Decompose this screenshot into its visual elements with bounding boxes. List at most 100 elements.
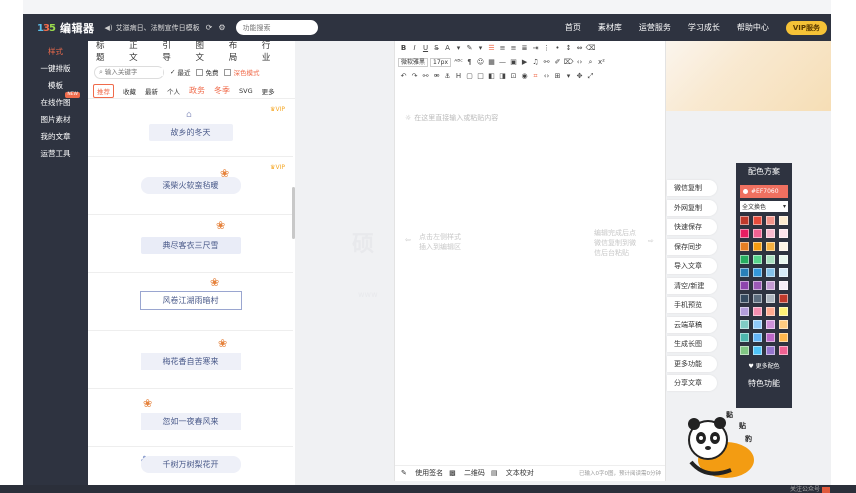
sidebar-item-my-articles[interactable]: 我的文章: [23, 128, 88, 145]
tab-layout[interactable]: 布局: [229, 41, 244, 63]
shadow-icon[interactable]: ◧: [486, 72, 497, 80]
share-article-button[interactable]: 分享文章: [667, 375, 717, 391]
color-swatch[interactable]: [766, 281, 775, 290]
import-article-button[interactable]: 导入文章: [667, 258, 717, 274]
indent-icon[interactable]: ⇥: [530, 44, 541, 52]
strikethrough-icon[interactable]: S̶: [431, 44, 442, 52]
subtab-recommend[interactable]: 推荐: [93, 83, 114, 98]
more-colors-link[interactable]: ♥ 更多配色: [736, 361, 792, 370]
clear-format-icon[interactable]: ⌫: [585, 44, 596, 52]
style-card[interactable]: ♣ 千树万树梨花开: [88, 447, 293, 485]
settings-icon[interactable]: ⚙: [218, 23, 225, 32]
style-card[interactable]: ❀ 风卷江湖雨暗村: [88, 273, 293, 331]
color-swatch[interactable]: [779, 346, 788, 355]
color-swatch[interactable]: [779, 320, 788, 329]
color-swatch[interactable]: [740, 307, 749, 316]
tab-title[interactable]: 标题: [96, 41, 111, 63]
color-swatch[interactable]: [753, 229, 762, 238]
font-color-icon[interactable]: A: [442, 44, 453, 52]
subtab-more[interactable]: 更多: [262, 86, 275, 96]
emoji-icon[interactable]: ☺: [475, 58, 486, 66]
crop-icon[interactable]: ⌗: [530, 72, 541, 81]
announcement[interactable]: ◀) 艾滋病日、法制宣传日模板: [105, 23, 200, 33]
color-swatch[interactable]: [766, 255, 775, 264]
color-swatch[interactable]: [753, 281, 762, 290]
more-functions-button[interactable]: 更多功能: [667, 355, 717, 372]
color-swatch[interactable]: [753, 346, 762, 355]
nav-learning[interactable]: 学习成长: [688, 22, 720, 33]
subtab-svg[interactable]: SVG: [239, 87, 253, 95]
vip-service-button[interactable]: VIP服务: [785, 20, 827, 35]
keyword-box[interactable]: ⌕: [94, 65, 164, 79]
template-icon[interactable]: ⊞: [552, 72, 563, 80]
style-card[interactable]: ❀ 典尽客衣三尺雪: [88, 215, 293, 273]
color-swatch[interactable]: [779, 268, 788, 277]
long-image-button[interactable]: 生成长图: [667, 336, 717, 352]
search-input[interactable]: [242, 23, 318, 32]
justify-icon[interactable]: ≣: [519, 44, 530, 52]
color-swatch[interactable]: [740, 229, 749, 238]
dropdown-icon[interactable]: ▾: [475, 44, 486, 52]
align-center-icon[interactable]: ≡: [497, 44, 508, 52]
music-icon[interactable]: ♫: [530, 58, 541, 66]
eraser-icon[interactable]: ⌦: [563, 58, 574, 66]
style-card[interactable]: ♛VIP ⌂ 故乡的冬天: [88, 99, 293, 157]
color-swatch[interactable]: [740, 346, 749, 355]
color-swatch[interactable]: [740, 281, 749, 290]
search-box[interactable]: [235, 20, 318, 35]
spacing-icon[interactable]: ⇔: [574, 44, 585, 52]
align-left-icon[interactable]: ☰: [486, 44, 497, 52]
color-swatch[interactable]: [766, 242, 775, 251]
divider-icon[interactable]: —: [497, 58, 508, 66]
unlink-icon[interactable]: ⚮: [431, 72, 442, 80]
subtab-favorites[interactable]: 收藏: [123, 86, 136, 96]
code-icon[interactable]: ‹›: [574, 58, 585, 66]
recent-filter[interactable]: ✓ 最近: [170, 67, 190, 77]
refresh-icon[interactable]: ⟳: [206, 23, 213, 32]
color-swatch[interactable]: [779, 294, 788, 303]
color-swatch[interactable]: [766, 333, 775, 342]
color-swatch[interactable]: [753, 307, 762, 316]
current-color[interactable]: #EF7060: [740, 185, 788, 198]
color-swatch[interactable]: [753, 216, 762, 225]
move-icon[interactable]: ✥: [574, 72, 585, 80]
tab-body[interactable]: 正文: [129, 41, 144, 63]
dark-mode-checkbox[interactable]: 深色模式: [224, 67, 259, 77]
color-swatch[interactable]: [740, 268, 749, 277]
color-swatch[interactable]: [766, 346, 775, 355]
heading-icon[interactable]: H: [453, 72, 464, 80]
font-size-select[interactable]: 17px: [430, 57, 452, 67]
sidebar-item-images[interactable]: 图片素材: [23, 111, 88, 128]
color-swatch[interactable]: [779, 216, 788, 225]
mobile-preview-button[interactable]: 手机预览: [667, 297, 717, 313]
editor-canvas[interactable]: [394, 41, 666, 481]
color-swatch[interactable]: [753, 255, 762, 264]
color-swatch[interactable]: [740, 242, 749, 251]
letter-spacing-icon[interactable]: ᴬᴮᶜ: [453, 58, 464, 66]
line-height-icon[interactable]: ↕: [563, 44, 574, 52]
font-family-select[interactable]: 微软雅黑: [398, 57, 429, 67]
sidebar-item-tools[interactable]: 运营工具: [23, 145, 88, 162]
style-card[interactable]: ♛VIP ❀ 溪柴火软蛮毡暖: [88, 157, 293, 215]
color-swatch[interactable]: [753, 294, 762, 303]
recolor-select[interactable]: 全文换色 ▾: [740, 201, 788, 212]
color-swatch[interactable]: [779, 255, 788, 264]
bullet-list-icon[interactable]: •: [552, 44, 563, 52]
color-swatch[interactable]: [740, 216, 749, 225]
panda-mascot[interactable]: 黏 贴 豹: [686, 410, 756, 482]
color-swatch[interactable]: [766, 216, 775, 225]
subtab-winter[interactable]: 冬季: [214, 85, 230, 96]
italic-icon[interactable]: I: [409, 44, 420, 52]
nav-operations[interactable]: 运营服务: [639, 22, 671, 33]
redo-icon[interactable]: ↷: [409, 72, 420, 80]
sidebar-item-one-click-layout[interactable]: 一键排版: [23, 60, 88, 77]
color-swatch[interactable]: [766, 320, 775, 329]
format-painter-icon[interactable]: ✐: [552, 58, 563, 66]
caret-icon[interactable]: ▾: [563, 72, 574, 80]
logo[interactable]: 135 编辑器: [37, 20, 95, 36]
special-features[interactable]: 特色功能: [736, 378, 792, 389]
fullscreen-icon[interactable]: ⤢: [585, 72, 596, 81]
color-swatch[interactable]: [766, 229, 775, 238]
color-swatch[interactable]: [779, 281, 788, 290]
color-swatch[interactable]: [779, 333, 788, 342]
